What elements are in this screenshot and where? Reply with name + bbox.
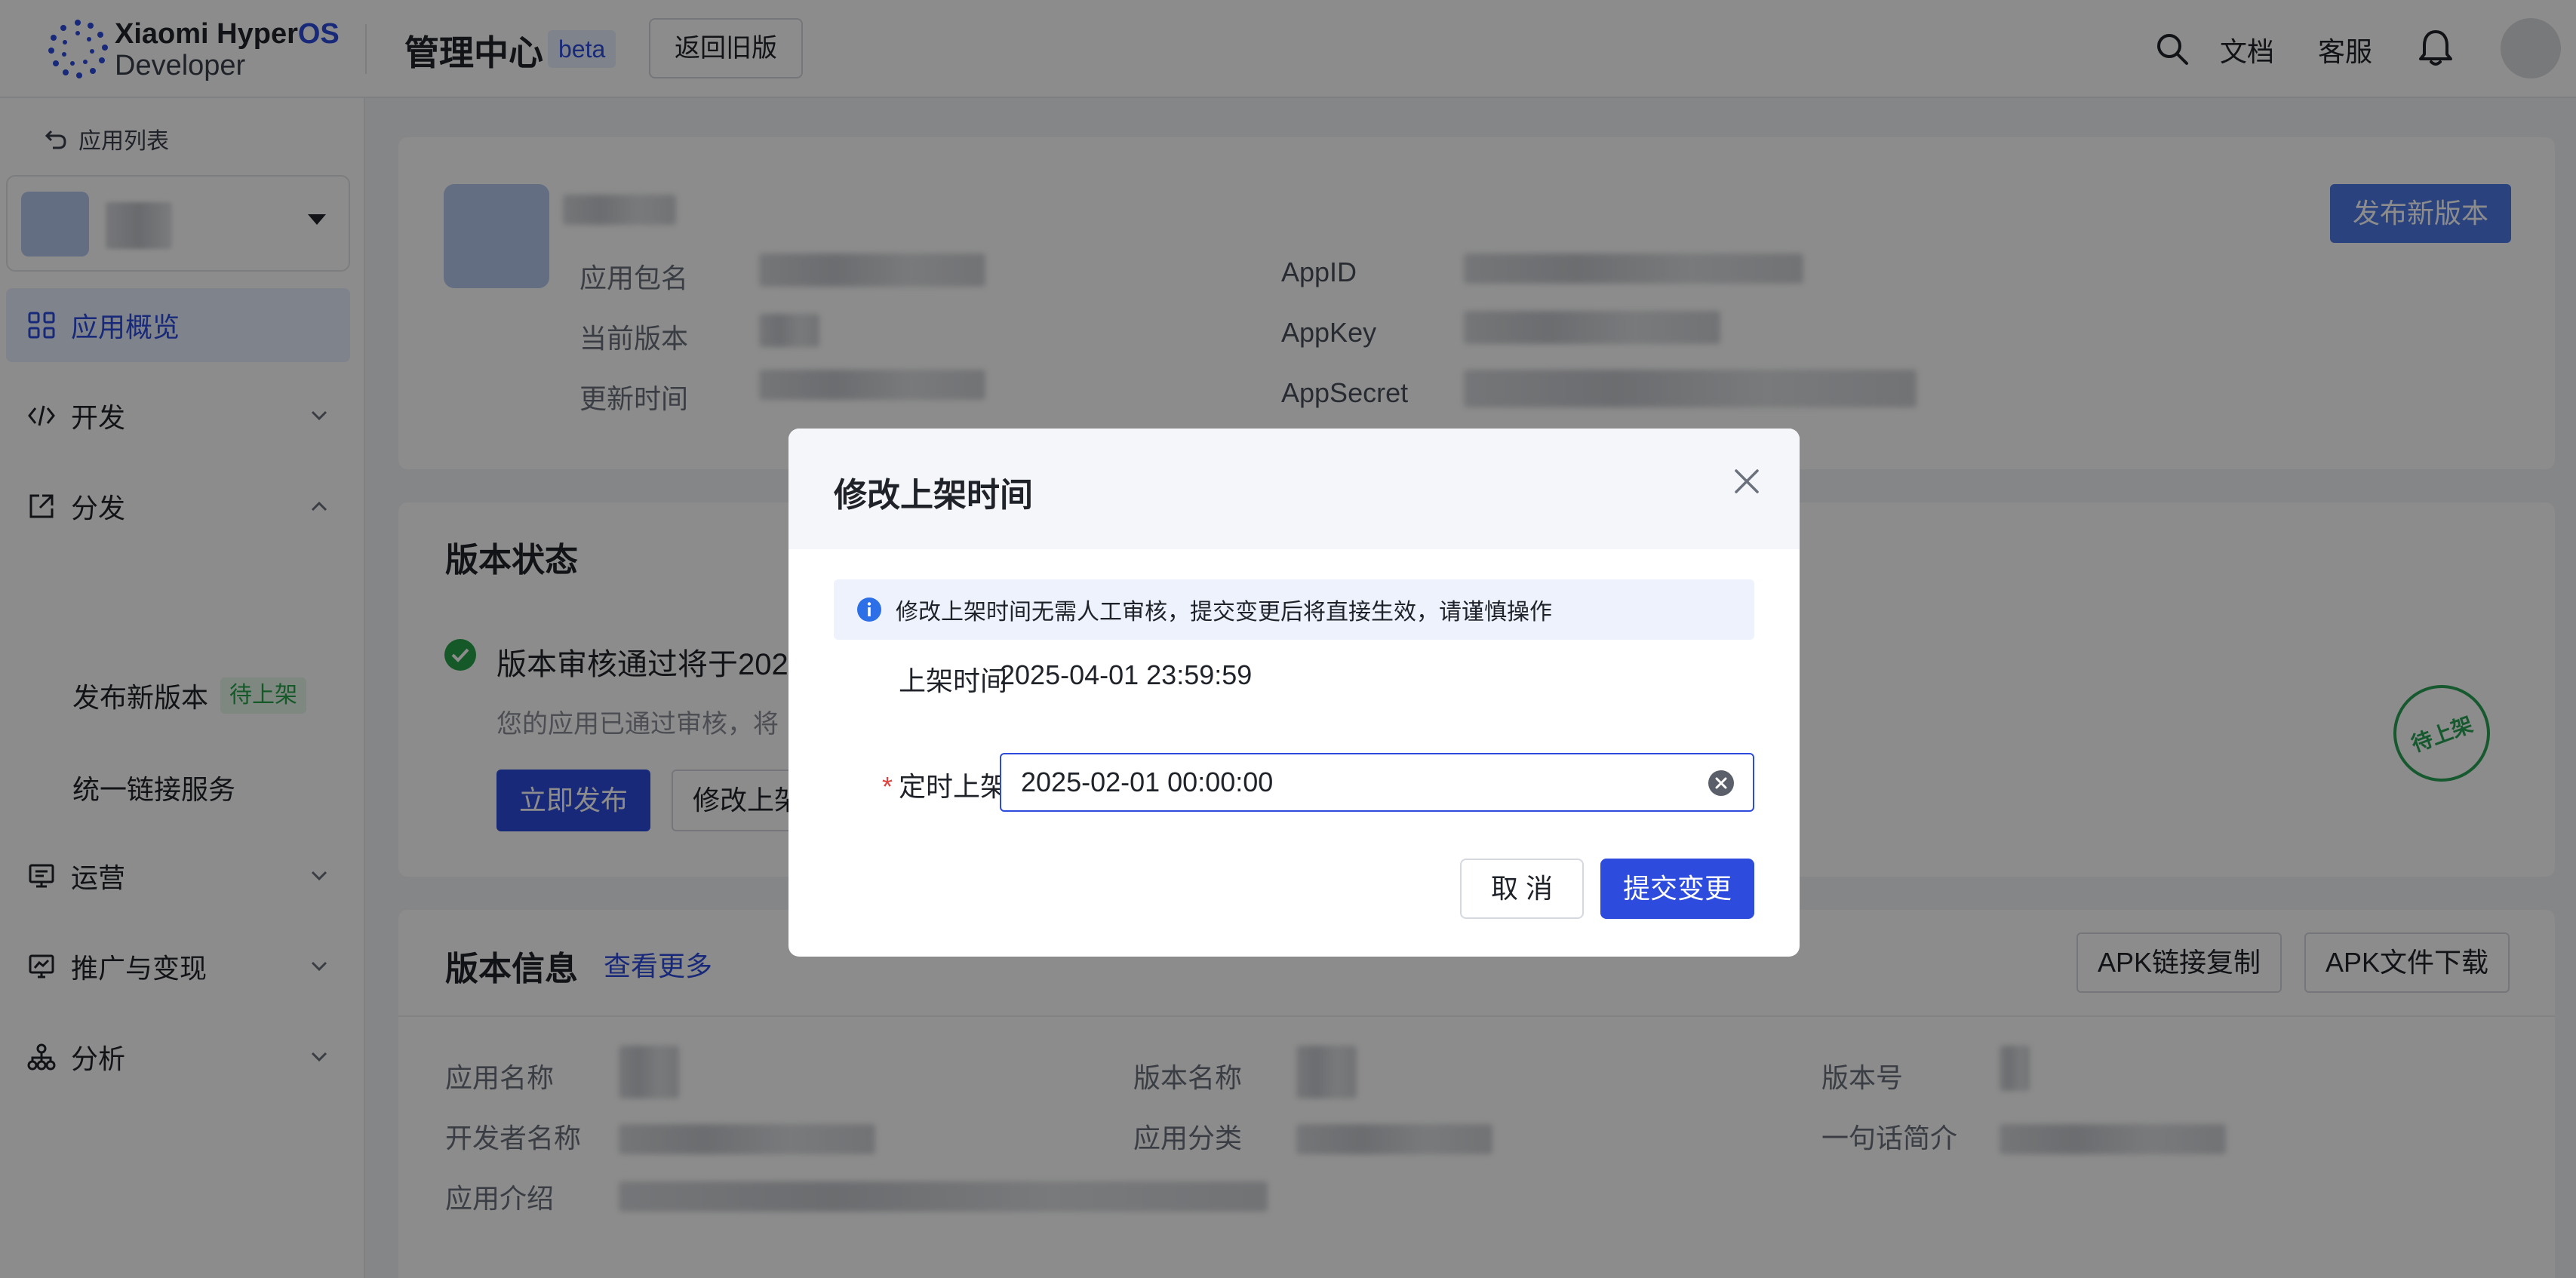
modify-listing-time-dialog: 修改上架时间 修改上架时间无需人工审核，提交变更后将直接生效，请谨慎操作 上架时… [788, 429, 1800, 957]
listing-time-value: 2025-04-01 23:59:59 [1000, 659, 1253, 690]
close-icon[interactable] [1732, 466, 1762, 496]
scheduled-datetime-input[interactable]: 2025-02-01 00:00:00 [1000, 753, 1754, 812]
label-scheduled-listing: * 定时上架 [881, 771, 1007, 802]
dialog-notice: 修改上架时间无需人工审核，提交变更后将直接生效，请谨慎操作 [834, 579, 1754, 640]
clear-icon[interactable] [1708, 770, 1735, 797]
submit-change-button[interactable]: 提交变更 [1600, 859, 1754, 919]
required-mark: * [881, 771, 893, 802]
cancel-button[interactable]: 取 消 [1460, 859, 1584, 919]
info-icon [857, 598, 881, 622]
label-listing-time: 上架时间 [898, 665, 1007, 696]
dialog-title: 修改上架时间 [834, 477, 1033, 514]
